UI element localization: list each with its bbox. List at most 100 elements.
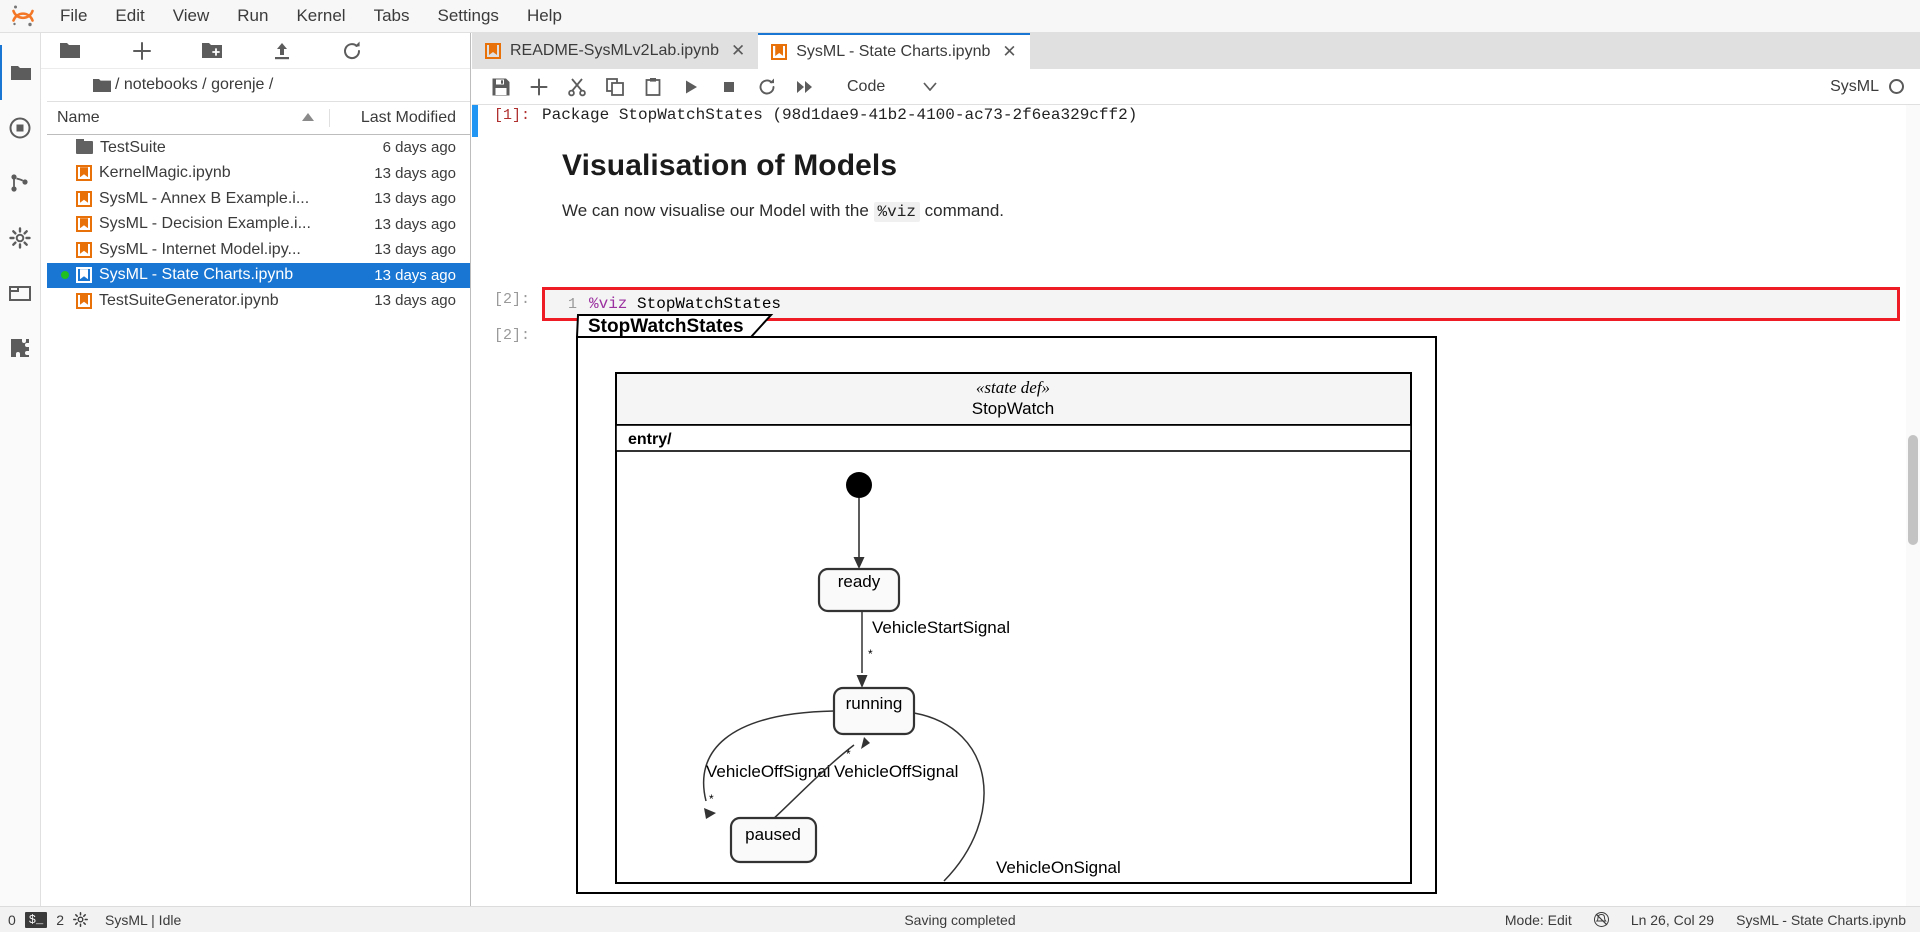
sidebar-item-running-terminals[interactable] [0, 100, 41, 155]
file-list: TestSuite 6 days ago KernelMagic.ipynb 13 d… [47, 135, 470, 932]
file-list-header: Name Last Modified [47, 101, 470, 135]
markdown-cell[interactable]: Visualisation of Models We can now visua… [542, 149, 1842, 222]
tab-readme-sysmlv2lab[interactable]: README-SysMLv2Lab.ipynb ✕ [472, 33, 759, 69]
activity-bar [0, 33, 41, 932]
copy-cells-button[interactable] [596, 71, 634, 103]
cell-type-value: Code [847, 77, 886, 95]
initial-node-icon [846, 472, 872, 498]
notebook-icon [76, 267, 92, 284]
cell-type-dropdown[interactable]: Code [840, 74, 944, 100]
menu-run[interactable]: Run [223, 1, 282, 31]
kernel-idle-circle-icon [1889, 79, 1904, 94]
menu-help[interactable]: Help [513, 1, 576, 31]
file-list-item-label: SysML - State Charts.ipynb [99, 266, 294, 284]
sidebar-item-open-tabs[interactable] [0, 265, 41, 320]
code-line-number: 1 [567, 295, 577, 313]
notebook-icon [76, 216, 92, 233]
folder-icon [76, 138, 93, 155]
breadcrumb[interactable]: / notebooks / gorenje / [41, 69, 470, 101]
restart-kernel-button[interactable] [748, 71, 786, 103]
notebook-icon [76, 165, 92, 182]
chevron-down-icon [923, 78, 937, 96]
sidebar-item-git[interactable] [0, 155, 41, 210]
page-title: Visualisation of Models [562, 149, 898, 182]
menu-edit[interactable]: Edit [101, 1, 158, 31]
column-header-name-label: Name [57, 109, 100, 126]
transition-multiplicity: * [709, 792, 714, 806]
file-list-item-name-cell: SysML - State Charts.ipynb [47, 266, 330, 284]
save-button[interactable] [482, 71, 520, 103]
tab-close-icon[interactable]: ✕ [728, 41, 745, 61]
file-list-item-label: KernelMagic.ipynb [99, 164, 231, 182]
file-browser-toolbar [41, 33, 470, 69]
column-header-last-modified[interactable]: Last Modified [330, 109, 470, 127]
file-list-item-modified: 13 days ago [374, 241, 456, 259]
jupyter-logo-icon [0, 3, 46, 29]
menu-file[interactable]: File [46, 1, 101, 31]
kernel-status[interactable]: SysML [1830, 78, 1920, 96]
inline-code: %viz [873, 202, 920, 222]
menu-bar: File Edit View Run Kernel Tabs Settings … [0, 0, 1920, 33]
markdown-paragraph: We can now visualise our Model with the … [562, 201, 1842, 222]
file-list-item[interactable]: SysML - Annex B Example.i... 13 days ago [47, 186, 470, 212]
notebook-scrollbar-track[interactable] [1906, 105, 1920, 932]
interrupt-kernel-button[interactable] [710, 71, 748, 103]
menu-view[interactable]: View [159, 1, 224, 31]
paste-cells-button[interactable] [634, 71, 672, 103]
menu-settings[interactable]: Settings [424, 1, 513, 31]
file-list-item-modified: 6 days ago [382, 139, 456, 157]
transition-multiplicity: * [868, 647, 873, 661]
sidebar-item-file-browser[interactable] [0, 45, 41, 100]
transition-label-vehicleonsignal: VehicleOnSignal [996, 858, 1121, 877]
column-header-name[interactable]: Name [47, 109, 330, 127]
file-list-item[interactable]: SysML - State Charts.ipynb 13 days ago [47, 262, 470, 288]
para-text-after: command. [919, 201, 1005, 220]
transition-label-vehicleoffsignal-out: VehicleOffSignal [706, 762, 830, 781]
file-list-item-label: TestSuiteGenerator.ipynb [99, 291, 279, 309]
notebook-scrollbar-thumb[interactable] [1908, 435, 1918, 545]
output-prompt: [1]: [493, 107, 530, 124]
main-area: README-SysMLv2Lab.ipynb ✕ SysML - State … [472, 33, 1920, 932]
file-list-item[interactable]: TestSuite 6 days ago [47, 135, 470, 161]
notebook-body[interactable]: [1]: Package StopWatchStates (98d1dae9-4… [472, 105, 1920, 932]
cut-cells-button[interactable] [558, 71, 596, 103]
refresh-button[interactable] [317, 40, 387, 62]
file-list-item-label: SysML - Internet Model.ipy... [99, 240, 301, 258]
code-arg-token: StopWatchStates [627, 295, 782, 313]
file-list-item-modified: 13 days ago [374, 190, 456, 208]
file-browser-panel: / notebooks / gorenje / Name Last Modifi… [41, 33, 471, 932]
file-list-item[interactable]: KernelMagic.ipynb 13 days ago [47, 161, 470, 187]
notebook-icon [771, 44, 788, 60]
file-list-item[interactable]: SysML - Internet Model.ipy... 13 days ago [47, 237, 470, 263]
file-list-item[interactable]: SysML - Decision Example.i... 13 days ago [47, 212, 470, 238]
run-cell-button[interactable] [672, 71, 710, 103]
breadcrumb-home-icon[interactable] [93, 78, 111, 93]
restart-and-run-all-button[interactable] [786, 71, 824, 103]
notebook-icon [76, 241, 92, 258]
file-list-item[interactable]: TestSuiteGenerator.ipynb 13 days ago [47, 288, 470, 314]
sidebar-item-extension-manager[interactable] [0, 320, 41, 375]
state-label-ready: ready [838, 572, 881, 591]
tab-close-icon[interactable]: ✕ [999, 42, 1016, 62]
breadcrumb-path[interactable]: / notebooks / gorenje / [115, 76, 273, 94]
output-text: Package StopWatchStates (98d1dae9-41b2-4… [542, 106, 1138, 124]
transition-multiplicity: * [846, 747, 851, 761]
menu-tabs[interactable]: Tabs [360, 1, 424, 31]
file-list-item-label: SysML - Annex B Example.i... [99, 189, 310, 207]
file-list-item-modified: 13 days ago [374, 215, 456, 233]
notebook-icon [485, 43, 501, 59]
code-magic-token: %viz [589, 295, 628, 313]
sidebar-item-property-inspector[interactable] [0, 210, 41, 265]
insert-cell-button[interactable] [520, 71, 558, 103]
menu-kernel[interactable]: Kernel [282, 1, 359, 31]
file-list-item-name-cell: SysML - Decision Example.i... [47, 215, 330, 233]
diagram-output-prompt: [2]: [493, 327, 530, 344]
file-list-item-name-cell: TestSuite [47, 138, 330, 157]
new-folder-button[interactable] [177, 41, 247, 61]
state-chart-diagram: StopWatchStates «state def» StopWatch en… [575, 313, 1876, 918]
new-launcher-button[interactable] [107, 40, 177, 62]
upload-button[interactable] [247, 40, 317, 62]
package-label: StopWatchStates [588, 316, 744, 337]
para-text-before: We can now visualise our Model with the [562, 201, 874, 220]
tab-sysml-state-charts[interactable]: SysML - State Charts.ipynb ✕ [758, 33, 1030, 69]
